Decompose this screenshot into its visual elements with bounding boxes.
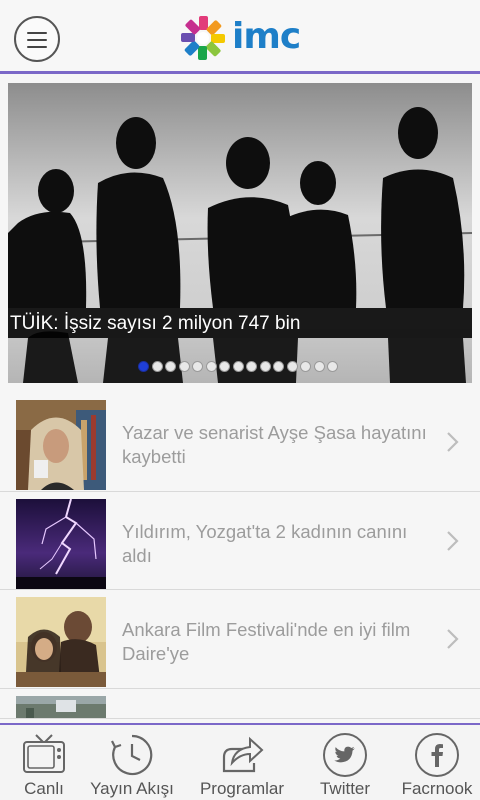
news-title: Yıldırım, Yozgat'ta 2 kadının canını ald… [122, 520, 408, 566]
share-export-icon [218, 733, 266, 781]
news-thumbnail [16, 498, 106, 589]
headline-caption[interactable]: TÜİK: İşsiz sayısı 2 milyon 747 bin [8, 312, 472, 336]
chevron-right-icon [447, 432, 459, 452]
tab-label: Twitter [319, 779, 371, 798]
tab-facebook[interactable]: Facrnook [394, 725, 480, 800]
slider-dot[interactable] [205, 361, 217, 372]
slider-pagination [138, 361, 341, 372]
tab-twitter[interactable]: Twitter [306, 725, 384, 800]
news-title: Yazar ve senarist Ayşe Şasa hayatını kay… [122, 422, 427, 467]
tab-programlar[interactable]: Programlar [186, 725, 298, 800]
news-item[interactable]: Ankara Film Festivali'nde en iyi film Da… [0, 590, 480, 689]
slider-dot[interactable] [219, 361, 230, 372]
slider-dot[interactable] [273, 361, 284, 372]
slider-dot[interactable] [138, 361, 149, 372]
slider-dot[interactable] [313, 361, 325, 372]
news-list: Yazar ve senarist Ayşe Şasa hayatını kay… [0, 393, 480, 719]
logo-flower-icon [178, 12, 228, 62]
news-title: Ankara Film Festivali'nde en iyi film Da… [122, 619, 411, 664]
slider-dot[interactable] [192, 361, 203, 372]
tab-canli[interactable]: Canlı [4, 725, 84, 800]
chevron-right-icon [447, 530, 459, 551]
headline-photo [8, 83, 472, 383]
slider-dot[interactable] [165, 361, 176, 372]
slider-dot[interactable] [300, 361, 311, 372]
news-thumbnail [16, 400, 106, 490]
news-thumbnail [16, 597, 106, 687]
slider-dot[interactable] [232, 361, 244, 372]
hamburger-menu-icon[interactable] [14, 16, 60, 62]
slider-dot[interactable] [259, 361, 271, 372]
imc-logo: imc [178, 12, 301, 62]
tab-label: Facrnook [401, 779, 473, 798]
tab-label: Canlı [24, 779, 64, 798]
news-item[interactable] [0, 688, 480, 719]
slider-dot[interactable] [178, 361, 190, 372]
clock-refresh-icon [110, 733, 154, 781]
news-item[interactable]: Yazar ve senarist Ayşe Şasa hayatını kay… [0, 393, 480, 492]
headline-slider[interactable]: TÜİK: İşsiz sayısı 2 milyon 747 bin [8, 83, 472, 383]
chevron-right-icon [447, 629, 459, 649]
bottom-tab-bar: Canlı Yayın Akışı Programlar Twitter Fac… [0, 723, 480, 800]
tv-icon [22, 733, 66, 779]
news-thumbnail [16, 695, 106, 718]
logo-text: imc [232, 16, 301, 57]
tab-label: Yayın Akışı [90, 779, 174, 798]
slider-dot[interactable] [286, 361, 298, 372]
slider-dot[interactable] [151, 361, 163, 372]
twitter-icon [323, 733, 367, 777]
tab-label: Programlar [199, 779, 285, 798]
tab-yayin-akisi[interactable]: Yayın Akışı [84, 725, 180, 800]
app-header: imc [0, 0, 480, 74]
slider-dot[interactable] [246, 361, 257, 372]
news-item[interactable]: Yıldırım, Yozgat'ta 2 kadının canını ald… [0, 491, 480, 590]
slider-dot[interactable] [327, 361, 338, 372]
facebook-icon [415, 733, 459, 777]
